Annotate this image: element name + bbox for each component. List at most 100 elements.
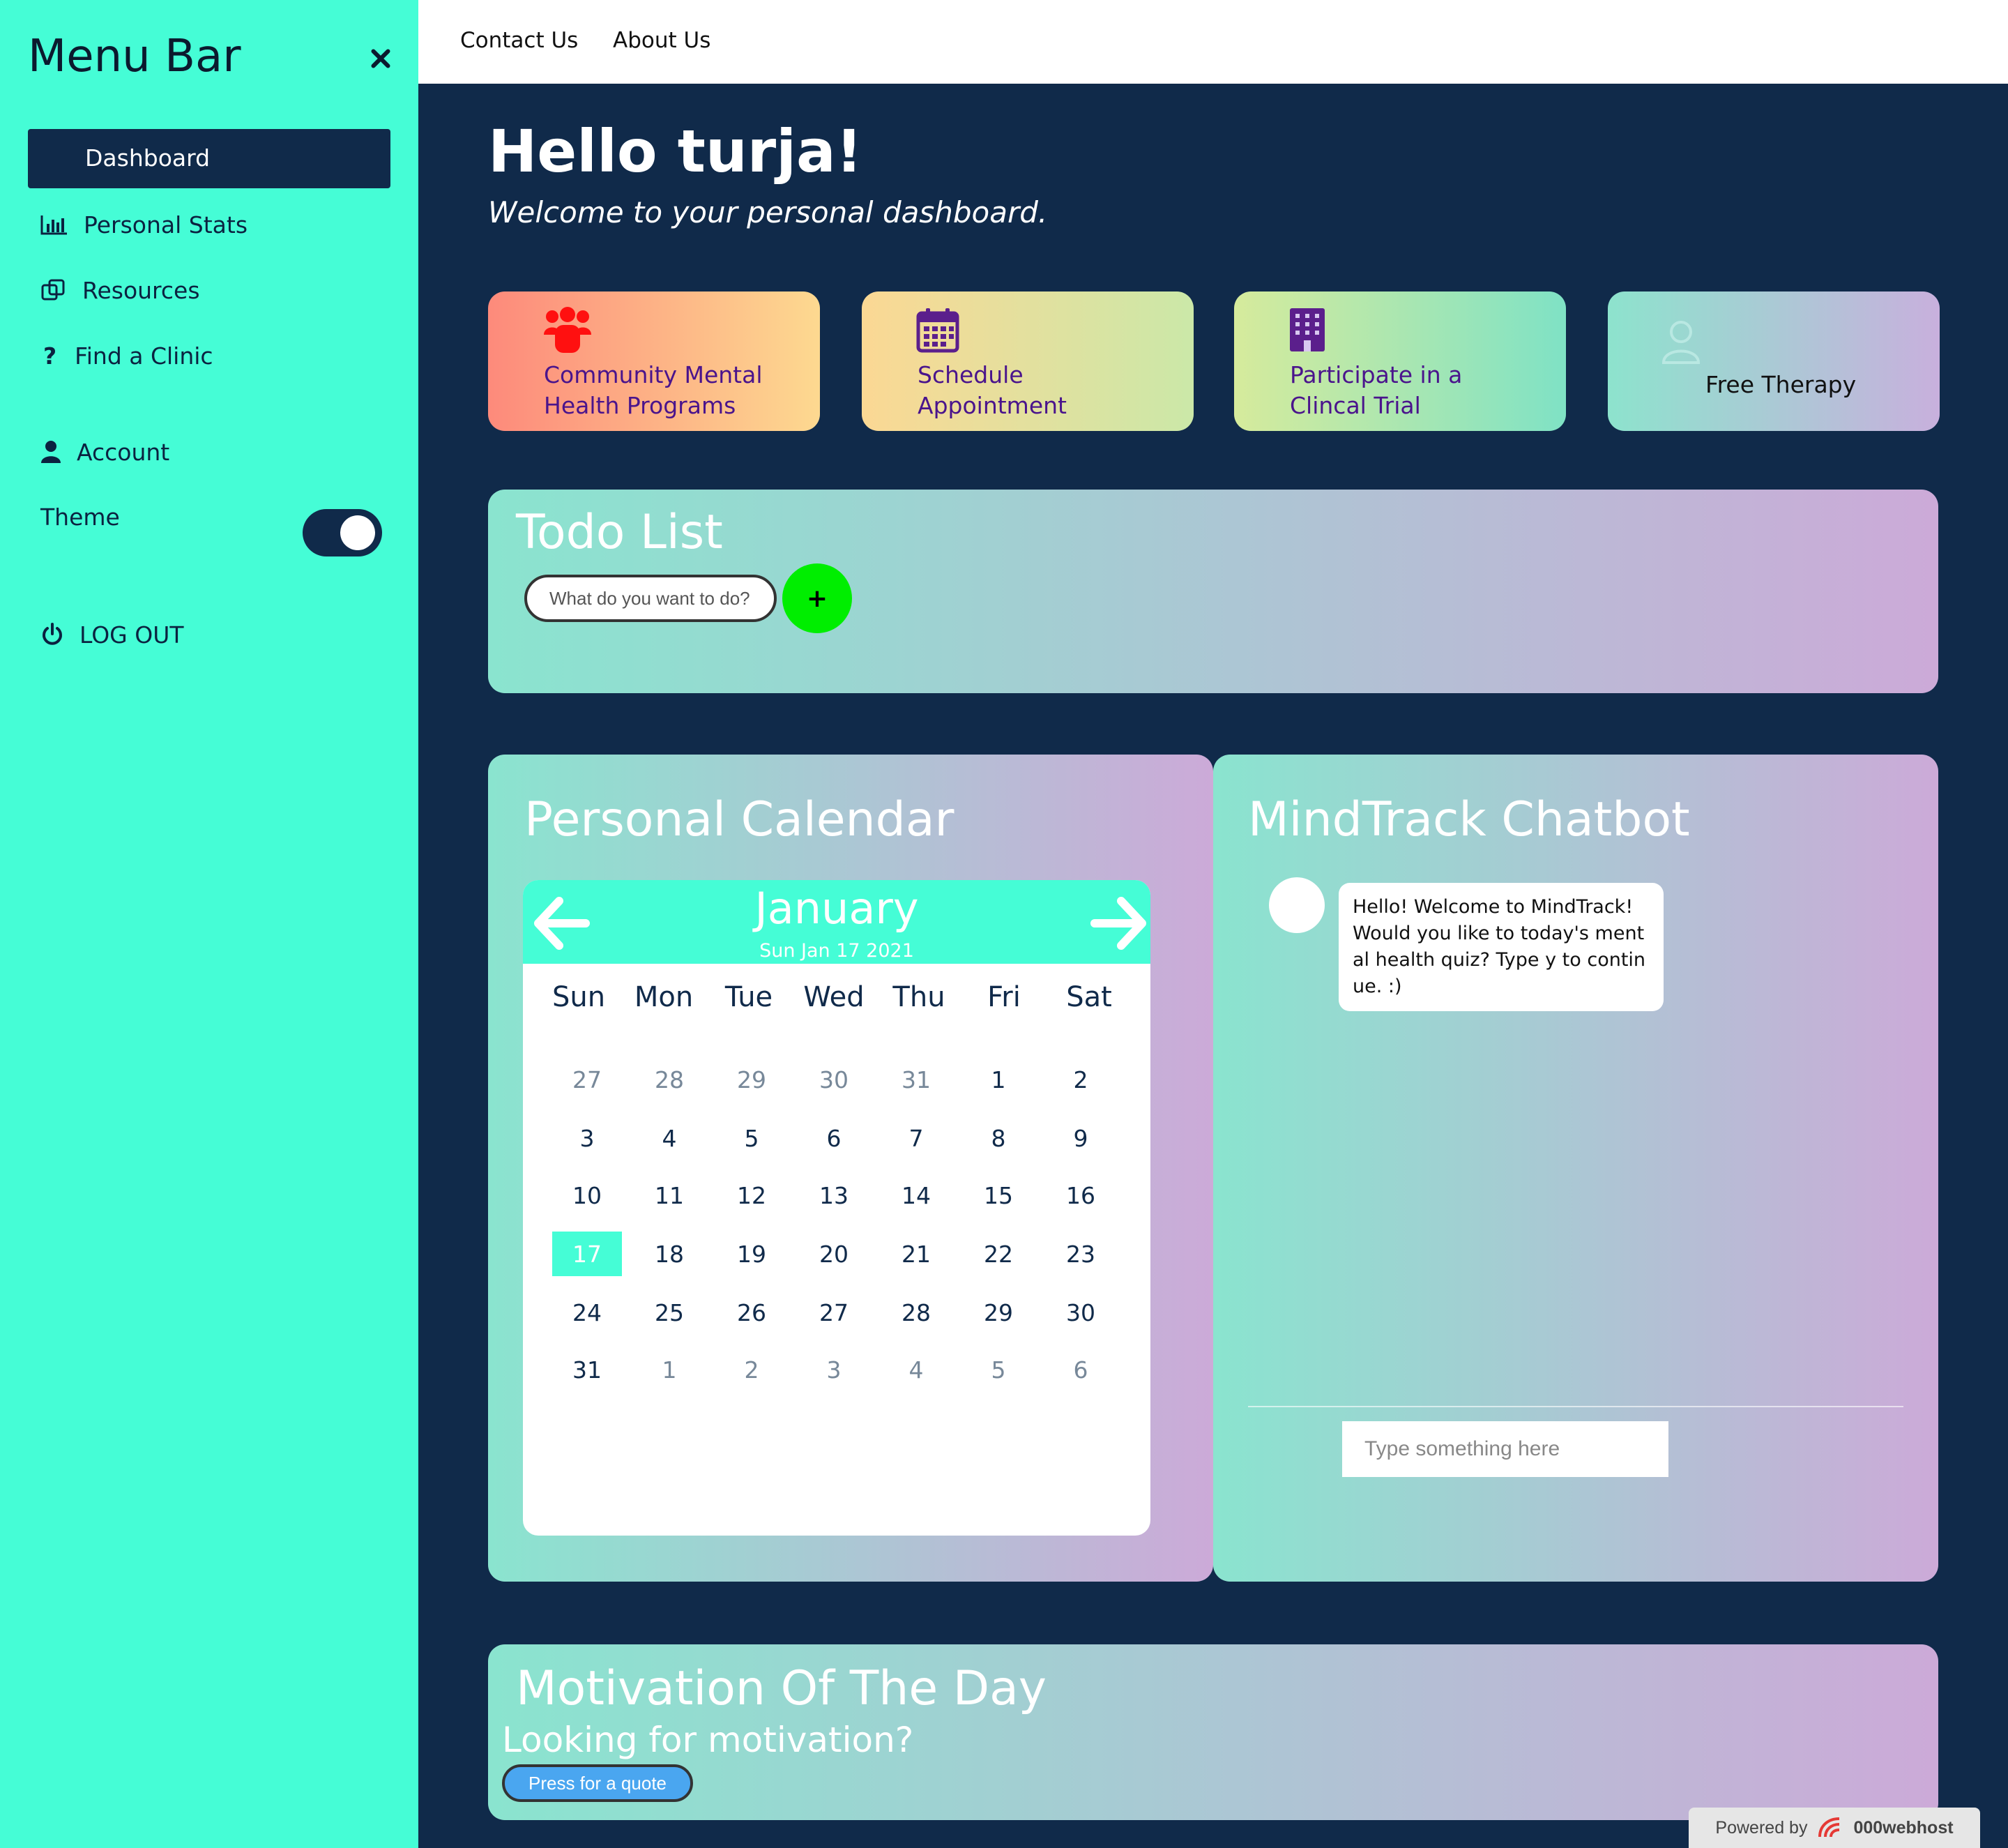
user-outline-icon bbox=[1661, 321, 1701, 364]
powered-by-brand: 000webhost bbox=[1853, 1817, 1954, 1838]
weekday-label: Wed bbox=[803, 981, 865, 1013]
chat-input[interactable]: Type something here bbox=[1342, 1421, 1668, 1477]
sidebar-item-label: Personal Stats bbox=[84, 211, 248, 238]
calendar-day[interactable]: 30 bbox=[799, 1057, 869, 1102]
calendar-selected-date: Sun Jan 17 2021 bbox=[759, 940, 914, 962]
sidebar-item-dashboard[interactable]: Dashboard bbox=[28, 129, 390, 188]
card-label-line2: Appointment bbox=[918, 392, 1067, 419]
todo-title: Todo List bbox=[516, 505, 723, 560]
calendar-day[interactable]: 12 bbox=[717, 1173, 786, 1218]
sidebar-item-label: Dashboard bbox=[85, 144, 211, 172]
calendar-day[interactable]: 28 bbox=[881, 1290, 951, 1335]
calendar-widget: January Sun Jan 17 2021 Sun Mon Tue Wed Thu F… bbox=[523, 880, 1150, 1536]
about-us-link[interactable]: About Us bbox=[613, 28, 710, 53]
card-free-therapy[interactable]: Free Therapy bbox=[1608, 291, 1940, 431]
calendar-day[interactable]: 4 bbox=[881, 1347, 951, 1392]
calendar-day[interactable]: 26 bbox=[717, 1290, 786, 1335]
chatbot-panel: MindTrack Chatbot Hello! Welcome to Mind… bbox=[1213, 755, 1938, 1582]
calendar-month: January bbox=[754, 883, 919, 934]
quote-button[interactable]: Press for a quote bbox=[502, 1764, 693, 1802]
sidebar-item-find-clinic[interactable]: ? Find a Clinic bbox=[40, 335, 213, 377]
calendar-day[interactable]: 15 bbox=[964, 1173, 1033, 1218]
calendar-day[interactable]: 6 bbox=[1046, 1347, 1116, 1392]
weekday-label: Sun bbox=[552, 981, 606, 1013]
chat-divider bbox=[1248, 1406, 1903, 1407]
calendar-day[interactable]: 6 bbox=[799, 1116, 869, 1160]
calendar-day[interactable]: 4 bbox=[634, 1116, 704, 1160]
calendar-day[interactable]: 31 bbox=[881, 1057, 951, 1102]
calendar-day[interactable]: 10 bbox=[552, 1173, 622, 1218]
webhost-logo-icon bbox=[1818, 1817, 1840, 1838]
calendar-day[interactable]: 18 bbox=[634, 1232, 704, 1276]
calendar-day[interactable]: 13 bbox=[799, 1173, 869, 1218]
top-nav: Contact Us About Us bbox=[418, 0, 2008, 84]
calendar-day[interactable]: 28 bbox=[634, 1057, 704, 1102]
bot-avatar bbox=[1269, 877, 1325, 933]
calendar-day[interactable]: 25 bbox=[634, 1290, 704, 1335]
greeting-title: Hello turja! bbox=[488, 117, 862, 185]
calendar-day[interactable]: 3 bbox=[552, 1116, 622, 1160]
calendar-day[interactable]: 20 bbox=[799, 1232, 869, 1276]
calendar-day[interactable]: 1 bbox=[634, 1347, 704, 1392]
calendar-day[interactable]: 5 bbox=[717, 1116, 786, 1160]
card-label-line1: Participate in a bbox=[1290, 361, 1463, 388]
sidebar-item-resources[interactable]: Resources bbox=[40, 269, 200, 311]
card-schedule-appointment[interactable]: Schedule Appointment bbox=[862, 291, 1194, 431]
calendar-day[interactable]: 27 bbox=[799, 1290, 869, 1335]
calendar-day[interactable]: 1 bbox=[964, 1057, 1033, 1102]
calendar-day[interactable]: 22 bbox=[964, 1232, 1033, 1276]
calendar-day[interactable]: 30 bbox=[1046, 1290, 1116, 1335]
add-todo-button[interactable]: + bbox=[782, 563, 852, 633]
card-label-line1: Community Mental bbox=[544, 361, 763, 388]
calendar-icon bbox=[916, 308, 959, 353]
close-icon[interactable] bbox=[368, 46, 393, 71]
powered-by-badge[interactable]: Powered by 000webhost bbox=[1689, 1808, 1980, 1848]
next-month-arrow-icon[interactable] bbox=[1090, 894, 1149, 953]
sidebar-item-label: Resources bbox=[82, 276, 200, 304]
calendar-day[interactable]: 29 bbox=[717, 1057, 786, 1102]
logout-label: LOG OUT bbox=[79, 621, 184, 649]
calendar-panel: Personal Calendar January Sun Jan 17 202… bbox=[488, 755, 1213, 1582]
calendar-day[interactable]: 21 bbox=[881, 1232, 951, 1276]
motivation-subtitle: Looking for motivation? bbox=[502, 1720, 914, 1760]
calendar-day[interactable]: 7 bbox=[881, 1116, 951, 1160]
logout-button[interactable]: LOG OUT bbox=[40, 614, 184, 656]
calendar-day[interactable]: 17 bbox=[552, 1232, 622, 1276]
todo-input[interactable]: What do you want to do? bbox=[524, 575, 777, 622]
calendar-day[interactable]: 3 bbox=[799, 1347, 869, 1392]
sidebar-item-personal-stats[interactable]: Personal Stats bbox=[40, 204, 248, 245]
todo-panel: Todo List What do you want to do? + bbox=[488, 490, 1938, 693]
calendar-day[interactable]: 5 bbox=[964, 1347, 1033, 1392]
calendar-header: January Sun Jan 17 2021 bbox=[523, 880, 1150, 964]
calendar-day[interactable]: 19 bbox=[717, 1232, 786, 1276]
calendar-day[interactable]: 2 bbox=[1046, 1057, 1116, 1102]
bar-chart-icon bbox=[40, 215, 67, 235]
user-icon bbox=[41, 441, 61, 463]
card-clinical-trial[interactable]: Participate in a Clincal Trial bbox=[1234, 291, 1566, 431]
calendar-day[interactable]: 24 bbox=[552, 1290, 622, 1335]
calendar-day[interactable]: 16 bbox=[1046, 1173, 1116, 1218]
card-community-programs[interactable]: Community Mental Health Programs bbox=[488, 291, 820, 431]
theme-toggle[interactable] bbox=[303, 509, 382, 556]
contact-us-link[interactable]: Contact Us bbox=[460, 28, 578, 53]
calendar-day[interactable]: 29 bbox=[964, 1290, 1033, 1335]
calendar-day[interactable]: 2 bbox=[717, 1347, 786, 1392]
calendar-day[interactable]: 9 bbox=[1046, 1116, 1116, 1160]
calendar-day[interactable]: 8 bbox=[964, 1116, 1033, 1160]
calendar-day[interactable]: 23 bbox=[1046, 1232, 1116, 1276]
calendar-day[interactable]: 31 bbox=[552, 1347, 622, 1392]
weekday-label: Mon bbox=[634, 981, 694, 1013]
calendar-day[interactable]: 14 bbox=[881, 1173, 951, 1218]
sidebar-item-account[interactable]: Account bbox=[40, 431, 169, 473]
card-label-line2: Health Programs bbox=[544, 392, 736, 419]
card-label-line2: Clincal Trial bbox=[1290, 392, 1421, 419]
sidebar-item-label: Account bbox=[77, 438, 170, 466]
building-icon bbox=[1290, 308, 1325, 351]
card-label-line1: Schedule bbox=[918, 361, 1024, 388]
theme-label: Theme bbox=[40, 503, 120, 531]
copy-icon bbox=[41, 279, 65, 301]
motivation-panel: Motivation Of The Day Looking for motiva… bbox=[488, 1644, 1938, 1820]
calendar-day[interactable]: 11 bbox=[634, 1173, 704, 1218]
calendar-day[interactable]: 27 bbox=[552, 1057, 622, 1102]
question-icon: ? bbox=[43, 342, 57, 370]
